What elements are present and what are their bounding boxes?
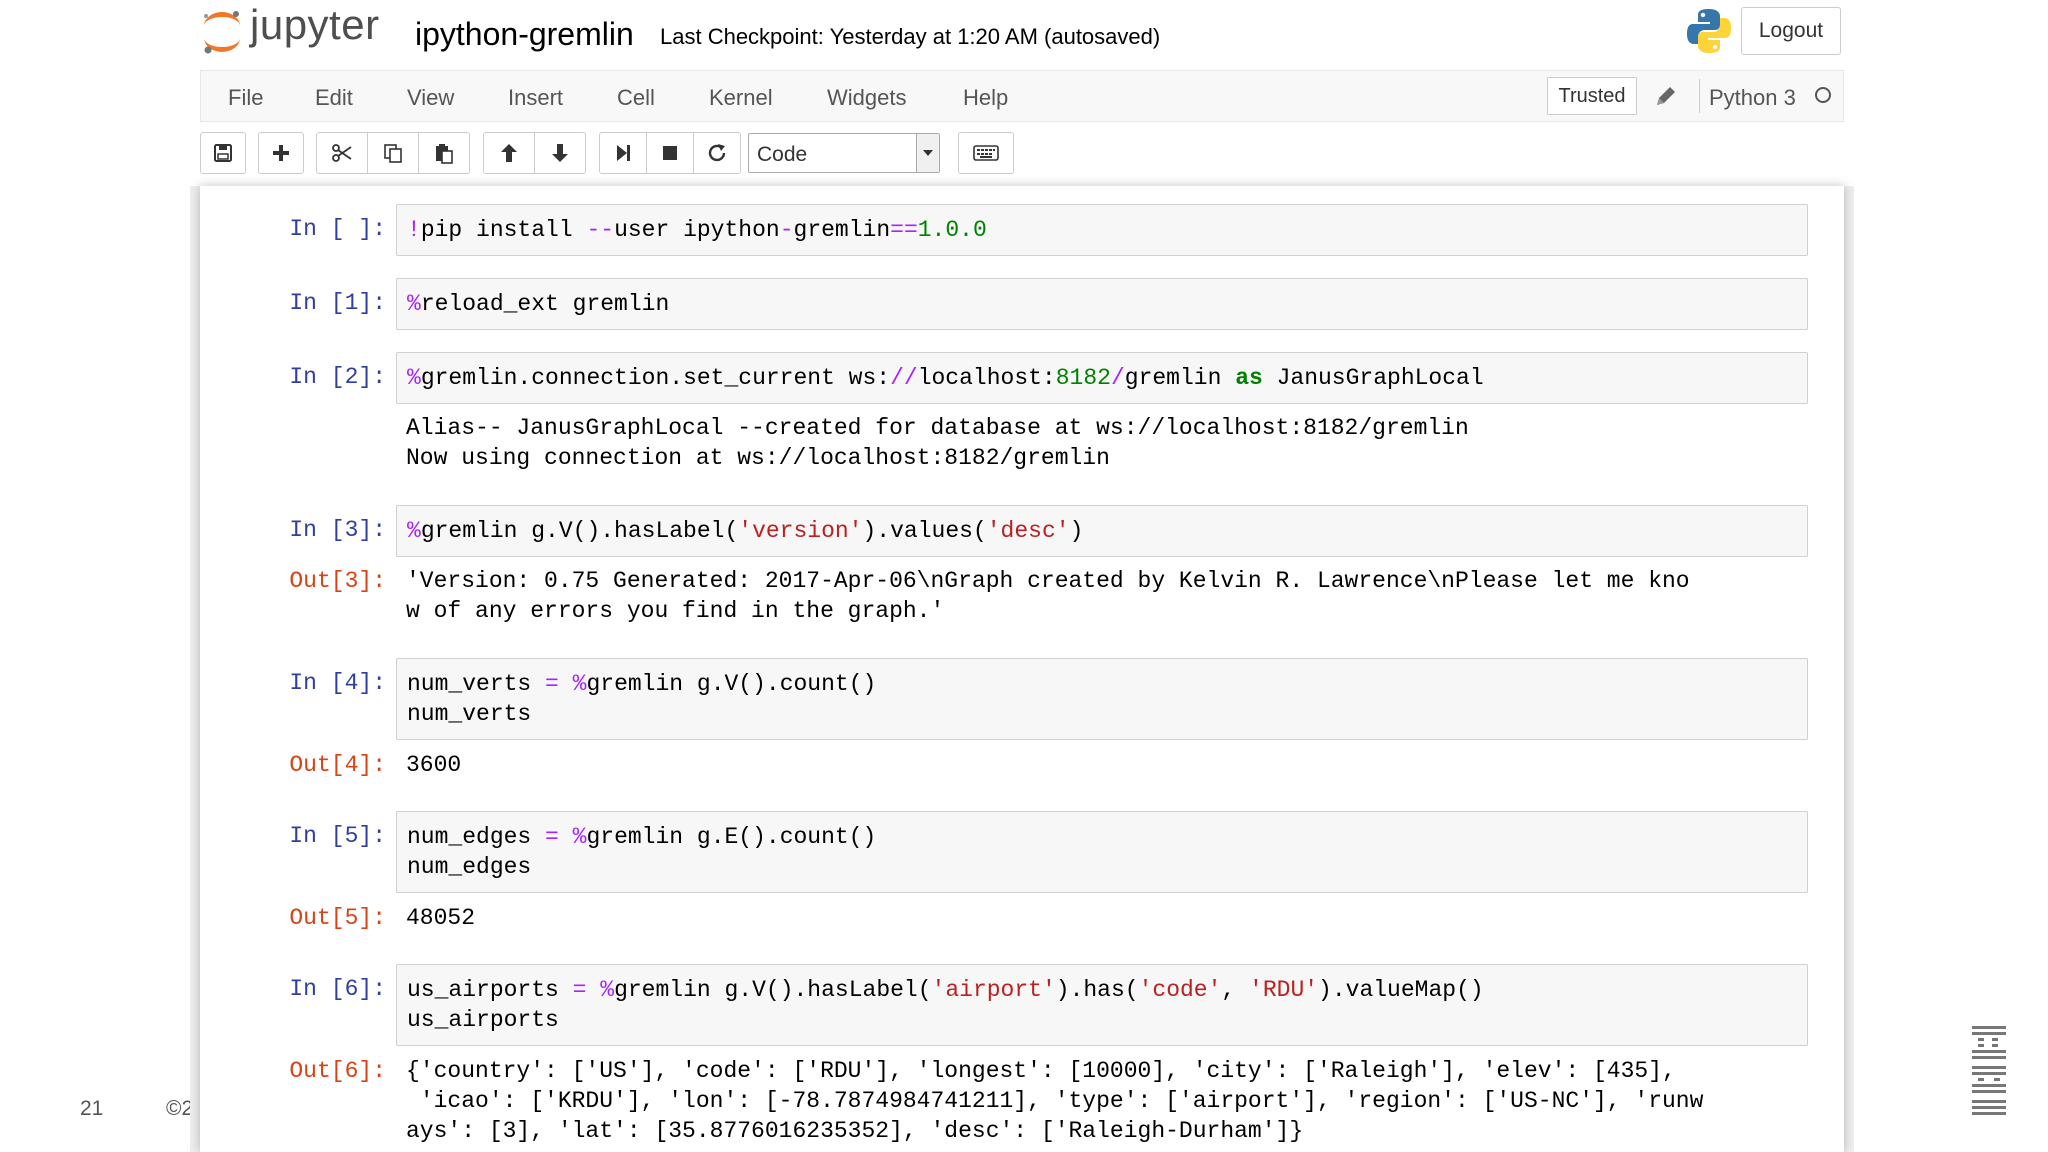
cell-input[interactable]: num_edges = %gremlin g.E().count() num_e… <box>396 811 1808 893</box>
menu-edit[interactable]: Edit <box>315 85 353 111</box>
menubar: File Edit View Insert Cell Kernel Widget… <box>200 70 1844 122</box>
output-prompt: Out[4]: <box>289 752 386 778</box>
move-up-button[interactable] <box>483 132 535 174</box>
code-line: %gremlin g.V().hasLabel('version').value… <box>407 518 1084 544</box>
input-prompt: In [ ]: <box>289 216 386 242</box>
code-cell[interactable]: In [4]: num_verts = %gremlin g.V().count… <box>200 658 1844 788</box>
cell-output-line: 48052 <box>406 905 476 931</box>
cell-input[interactable]: %reload_ext gremlin <box>396 278 1808 330</box>
slide-page-number: 21 <box>80 1097 104 1120</box>
kernel-idle-icon <box>1815 87 1831 103</box>
cell-type-select[interactable]: Code <box>748 133 940 173</box>
copy-button[interactable] <box>367 132 419 174</box>
checkpoint-status: Last Checkpoint: Yesterday at 1:20 AM (a… <box>660 24 1161 49</box>
code-line: %gremlin.connection.set_current ws://loc… <box>407 365 1484 391</box>
paste-icon <box>436 144 453 164</box>
slide-copyright: ©2 <box>166 1097 190 1120</box>
toolbar: Code <box>200 132 1844 176</box>
save-button[interactable] <box>200 132 246 174</box>
cell-input[interactable]: %gremlin.connection.set_current ws://loc… <box>396 352 1808 404</box>
code-line: us_airports = %gremlin g.V().hasLabel('a… <box>407 977 1484 1033</box>
code-cell[interactable]: In [1]: %reload_ext gremlin <box>200 278 1844 334</box>
copy-icon <box>384 144 402 163</box>
code-cell[interactable]: In [2]: %gremlin.connection.set_current … <box>200 352 1844 482</box>
code-line: %reload_ext gremlin <box>407 291 670 317</box>
input-prompt: In [5]: <box>289 823 386 849</box>
logo-text: jupyter <box>250 1 380 48</box>
output-prompt: Out[6]: <box>289 1058 386 1084</box>
menu-view[interactable]: View <box>407 85 454 111</box>
cell-output-line: {'country': ['US'], 'code': ['RDU'], 'lo… <box>406 1058 1676 1084</box>
run-button[interactable] <box>599 132 647 174</box>
chevron-down-icon <box>916 134 939 172</box>
input-prompt: In [6]: <box>289 976 386 1002</box>
code-cell[interactable]: In [ ]: !pip install --user ipython-grem… <box>200 204 1844 260</box>
cell-input[interactable]: %gremlin g.V().hasLabel('version').value… <box>396 505 1808 557</box>
python-logo-icon <box>1687 9 1731 53</box>
interrupt-button[interactable] <box>646 132 694 174</box>
pencil-icon[interactable] <box>1653 83 1679 109</box>
jupyter-logo-icon <box>204 11 240 54</box>
kernel-name[interactable]: Python 3 <box>1709 85 1796 111</box>
keyboard-icon <box>973 145 999 161</box>
menu-widgets[interactable]: Widgets <box>827 85 906 111</box>
kernel-separator <box>1699 79 1700 113</box>
cell-input[interactable]: !pip install --user ipython-gremlin==1.0… <box>396 204 1808 256</box>
cell-output-line: Alias-- JanusGraphLocal --created for da… <box>406 415 1469 441</box>
cell-output-line: Now using connection at ws://localhost:8… <box>406 445 1110 471</box>
cell-input[interactable]: num_verts = %gremlin g.V().count() num_v… <box>396 658 1808 740</box>
output-prompt: Out[3]: <box>289 568 386 594</box>
move-down-button[interactable] <box>534 132 586 174</box>
save-icon <box>214 144 232 162</box>
cell-output-line: 'icao': ['KRDU'], 'lon': [-78.7874984741… <box>406 1088 1704 1114</box>
input-prompt: In [4]: <box>289 670 386 696</box>
cell-output-line: ays': [3], 'lat': [35.8776016235352], 'd… <box>406 1118 1304 1144</box>
arrow-down-icon <box>552 144 568 162</box>
input-prompt: In [3]: <box>289 517 386 543</box>
cut-button[interactable] <box>316 132 368 174</box>
code-line: num_edges = %gremlin g.E().count() num_e… <box>407 824 877 880</box>
scissors-icon <box>332 144 352 162</box>
refresh-icon <box>708 144 726 162</box>
step-forward-icon <box>617 145 630 161</box>
restart-button[interactable] <box>693 132 741 174</box>
menu-insert[interactable]: Insert <box>508 85 563 111</box>
plus-icon <box>273 145 289 161</box>
command-palette-button[interactable] <box>958 132 1014 174</box>
code-cell[interactable]: In [6]: us_airports = %gremlin g.V().has… <box>200 964 1844 1150</box>
output-prompt: Out[5]: <box>289 905 386 931</box>
jupyter-logo[interactable]: jupyter <box>200 1 380 56</box>
cell-output-line: 3600 <box>406 752 462 778</box>
menu-file[interactable]: File <box>228 85 263 111</box>
menu-cell[interactable]: Cell <box>617 85 655 111</box>
code-cell[interactable]: In [3]: %gremlin g.V().hasLabel('version… <box>200 505 1844 635</box>
input-prompt: In [1]: <box>289 290 386 316</box>
logout-button[interactable]: Logout <box>1741 7 1841 55</box>
cell-output-line: w of any errors you find in the graph.' <box>406 598 945 624</box>
ibm-logo-icon <box>1972 1026 2006 1115</box>
cell-type-value: Code <box>757 143 808 166</box>
code-cell[interactable]: In [5]: num_edges = %gremlin g.E().count… <box>200 811 1844 941</box>
insert-cell-button[interactable] <box>258 132 304 174</box>
cell-output-line: 'Version: 0.75 Generated: 2017-Apr-06\nG… <box>406 568 1690 594</box>
code-line: num_verts = %gremlin g.V().count() num_v… <box>407 671 877 727</box>
notebook-name[interactable]: ipython-gremlin <box>415 16 634 53</box>
menu-kernel[interactable]: Kernel <box>709 85 773 111</box>
input-prompt: In [2]: <box>289 364 386 390</box>
paste-button[interactable] <box>418 132 470 174</box>
notebook-header: jupyter ipython-gremlin Last Checkpoint:… <box>200 0 1848 68</box>
arrow-up-icon <box>501 144 517 162</box>
menu-help[interactable]: Help <box>963 85 1008 111</box>
stop-icon <box>663 146 677 160</box>
cell-input[interactable]: us_airports = %gremlin g.V().hasLabel('a… <box>396 964 1808 1046</box>
trusted-indicator[interactable]: Trusted <box>1547 77 1637 115</box>
code-line: !pip install --user ipython-gremlin==1.0… <box>407 217 987 243</box>
